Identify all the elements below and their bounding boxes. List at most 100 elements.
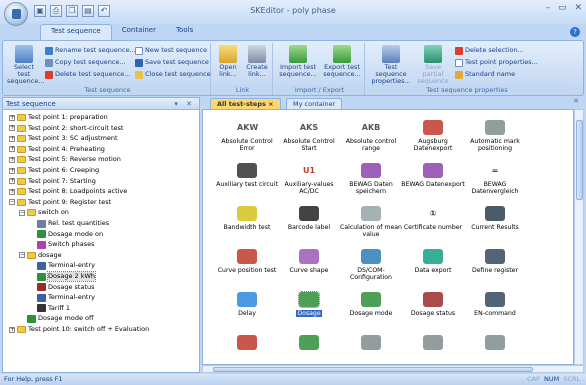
test-step-item[interactable]: BEWAG Datenexport xyxy=(401,157,465,197)
tree-item[interactable]: − dosage xyxy=(19,251,62,260)
tree-item[interactable]: Dosage status xyxy=(29,283,95,292)
tree-item[interactable]: Rel. test quantities xyxy=(29,219,109,228)
tree-item[interactable]: + Test point 7: Starting xyxy=(9,177,96,186)
scroll-thumb[interactable] xyxy=(213,367,533,372)
test-step-item[interactable]: Bandwidth test xyxy=(217,200,277,240)
tree-item[interactable]: Switch phases xyxy=(29,240,95,249)
test-step-item[interactable]: U1 Auxiliary-values AC/DC xyxy=(279,157,339,197)
standard-name-button[interactable]: Standard name xyxy=(455,69,515,80)
test-step-item[interactable]: DS/COM-Configuration xyxy=(341,243,401,283)
test-step-item[interactable]: Curve shape xyxy=(279,243,339,283)
tab-test-sequence[interactable]: Test sequence xyxy=(40,24,112,40)
tree-item[interactable]: Tariff 1 xyxy=(29,304,70,313)
delete-selection-button[interactable]: Delete selection... xyxy=(455,45,524,56)
scroll-thumb[interactable] xyxy=(576,120,583,200)
tree-item[interactable]: + Test point 3: SC adjustment xyxy=(9,134,118,143)
close-icon[interactable]: ✕ xyxy=(574,3,582,13)
test-step-icon xyxy=(423,292,443,307)
expand-icon[interactable]: + xyxy=(9,125,15,132)
help-icon[interactable]: ? xyxy=(570,27,580,37)
import-test-sequence-button[interactable]: Import test sequence... xyxy=(277,44,319,78)
select-test-sequence-button[interactable]: Select test sequence... xyxy=(7,44,45,85)
tree-item[interactable]: Dosage 2 kWh xyxy=(29,271,97,282)
test-step-item[interactable]: Delay xyxy=(217,286,277,326)
rename-test-sequence-button[interactable]: Rename test sequence... xyxy=(45,45,136,56)
expand-icon[interactable]: + xyxy=(9,156,15,163)
tree-item[interactable]: Terminal-entry xyxy=(29,261,95,270)
test-step-item[interactable]: AKS Absolute Control Start xyxy=(279,114,339,154)
test-step-item[interactable]: Auxiliary test circuit xyxy=(216,157,278,197)
test-step-item[interactable]: Dosage xyxy=(279,286,339,326)
tree-item[interactable]: − switch on xyxy=(19,208,69,217)
tab-container[interactable]: Container xyxy=(112,24,166,40)
tree-item[interactable]: + Test point 4: Preheating xyxy=(9,145,105,154)
delete-test-sequence-button[interactable]: Delete test sequence... xyxy=(45,69,131,80)
minimize-icon[interactable]: – xyxy=(545,3,550,13)
maximize-icon[interactable]: ▭ xyxy=(558,3,567,13)
test-step-item[interactable]: Current Results xyxy=(465,200,525,240)
test-step-item[interactable]: EN-command xyxy=(465,286,525,326)
expand-icon[interactable]: + xyxy=(9,146,15,153)
open-link-button[interactable]: Open link... xyxy=(215,44,241,78)
expand-icon[interactable]: + xyxy=(9,135,15,142)
expand-icon[interactable]: + xyxy=(9,188,15,195)
close-document-icon[interactable]: ✕ xyxy=(573,97,579,105)
expand-icon[interactable]: + xyxy=(9,167,15,174)
test-step-item[interactable]: Define register xyxy=(465,243,525,283)
tree-item[interactable]: Terminal-entry xyxy=(29,293,95,302)
tree-item[interactable]: Dosage mode off xyxy=(19,314,94,323)
test-step-icon xyxy=(361,163,381,178)
tab-tools[interactable]: Tools xyxy=(166,24,203,40)
test-sequence-properties-button[interactable]: Test sequence properties... xyxy=(369,44,413,85)
test-step-item[interactable] xyxy=(465,329,525,364)
tree-item[interactable]: + Test point 5: Reverse motion xyxy=(9,155,121,164)
collapse-icon[interactable]: − xyxy=(19,209,25,216)
expand-icon[interactable]: + xyxy=(9,114,15,121)
horizontal-scrollbar[interactable] xyxy=(202,365,584,373)
test-step-item[interactable]: Automatic mark positioning xyxy=(465,114,525,154)
group-label-link: Link xyxy=(213,85,272,95)
expand-icon[interactable]: + xyxy=(9,326,15,333)
save-partial-sequence-button[interactable]: Save partial sequence xyxy=(415,44,451,85)
application-menu-button[interactable] xyxy=(4,2,28,26)
test-point-properties-button[interactable]: Test point properties... xyxy=(455,57,538,68)
test-step-item[interactable]: Calculation of mean value xyxy=(340,200,402,240)
save-test-sequence-button[interactable]: Save test sequence xyxy=(135,57,209,68)
test-step-item[interactable]: = BEWAG Datenvergleich xyxy=(465,157,525,197)
folder-icon xyxy=(17,124,26,132)
test-step-item[interactable]: AKB Absolute control range xyxy=(341,114,401,154)
tree-item[interactable]: + Test point 8: Loadpoints active xyxy=(9,187,127,196)
test-step-item[interactable]: Barcode label xyxy=(279,200,339,240)
collapse-icon[interactable]: − xyxy=(9,199,15,206)
panel-controls[interactable]: ▾ ✕ xyxy=(174,98,195,110)
tab-close-icon[interactable]: × xyxy=(268,100,273,108)
tree-item[interactable]: + Test point 2: short-circuit test xyxy=(9,124,123,133)
test-step-item[interactable]: BEWAG Daten speichern xyxy=(341,157,401,197)
close-test-sequence-button[interactable]: Close test sequence xyxy=(135,69,211,80)
vertical-scrollbar[interactable] xyxy=(574,109,584,365)
tree-item[interactable]: + Test point 6: Creeping xyxy=(9,166,99,175)
export-test-sequence-button[interactable]: Export test sequence... xyxy=(321,44,363,78)
create-link-button[interactable]: Create link... xyxy=(243,44,271,78)
tree-item[interactable]: − Test point 9: Register test xyxy=(9,198,111,207)
new-test-sequence-button[interactable]: New test sequence xyxy=(135,45,207,56)
expand-icon[interactable]: + xyxy=(9,178,15,185)
copy-test-sequence-button[interactable]: Copy test sequence... xyxy=(45,57,126,68)
collapse-icon[interactable]: − xyxy=(19,252,25,259)
test-step-item[interactable] xyxy=(279,329,339,364)
test-step-item[interactable] xyxy=(403,329,463,364)
tree-item[interactable]: Dosage mode on xyxy=(29,230,103,239)
test-step-item[interactable]: AKW Absolute Control Error xyxy=(217,114,277,154)
test-step-item[interactable]: Dosage status xyxy=(403,286,463,326)
test-step-item[interactable] xyxy=(217,329,277,364)
tree-item[interactable]: + Test point 1: preparation xyxy=(9,113,108,122)
tab-my-container[interactable]: My container xyxy=(286,98,343,109)
tree-item[interactable]: + Test point 10: switch off + Evaluation xyxy=(9,325,149,334)
test-step-item[interactable] xyxy=(341,329,401,364)
test-step-item[interactable]: Dosage mode xyxy=(341,286,401,326)
test-step-item[interactable]: ① Certificate number xyxy=(403,200,463,240)
test-step-item[interactable]: Data export xyxy=(403,243,463,283)
tab-all-test-steps[interactable]: All test-steps × xyxy=(210,98,281,109)
test-step-item[interactable]: Curve position test xyxy=(217,243,277,283)
test-step-item[interactable]: Augsburg Datenexport xyxy=(403,114,463,154)
